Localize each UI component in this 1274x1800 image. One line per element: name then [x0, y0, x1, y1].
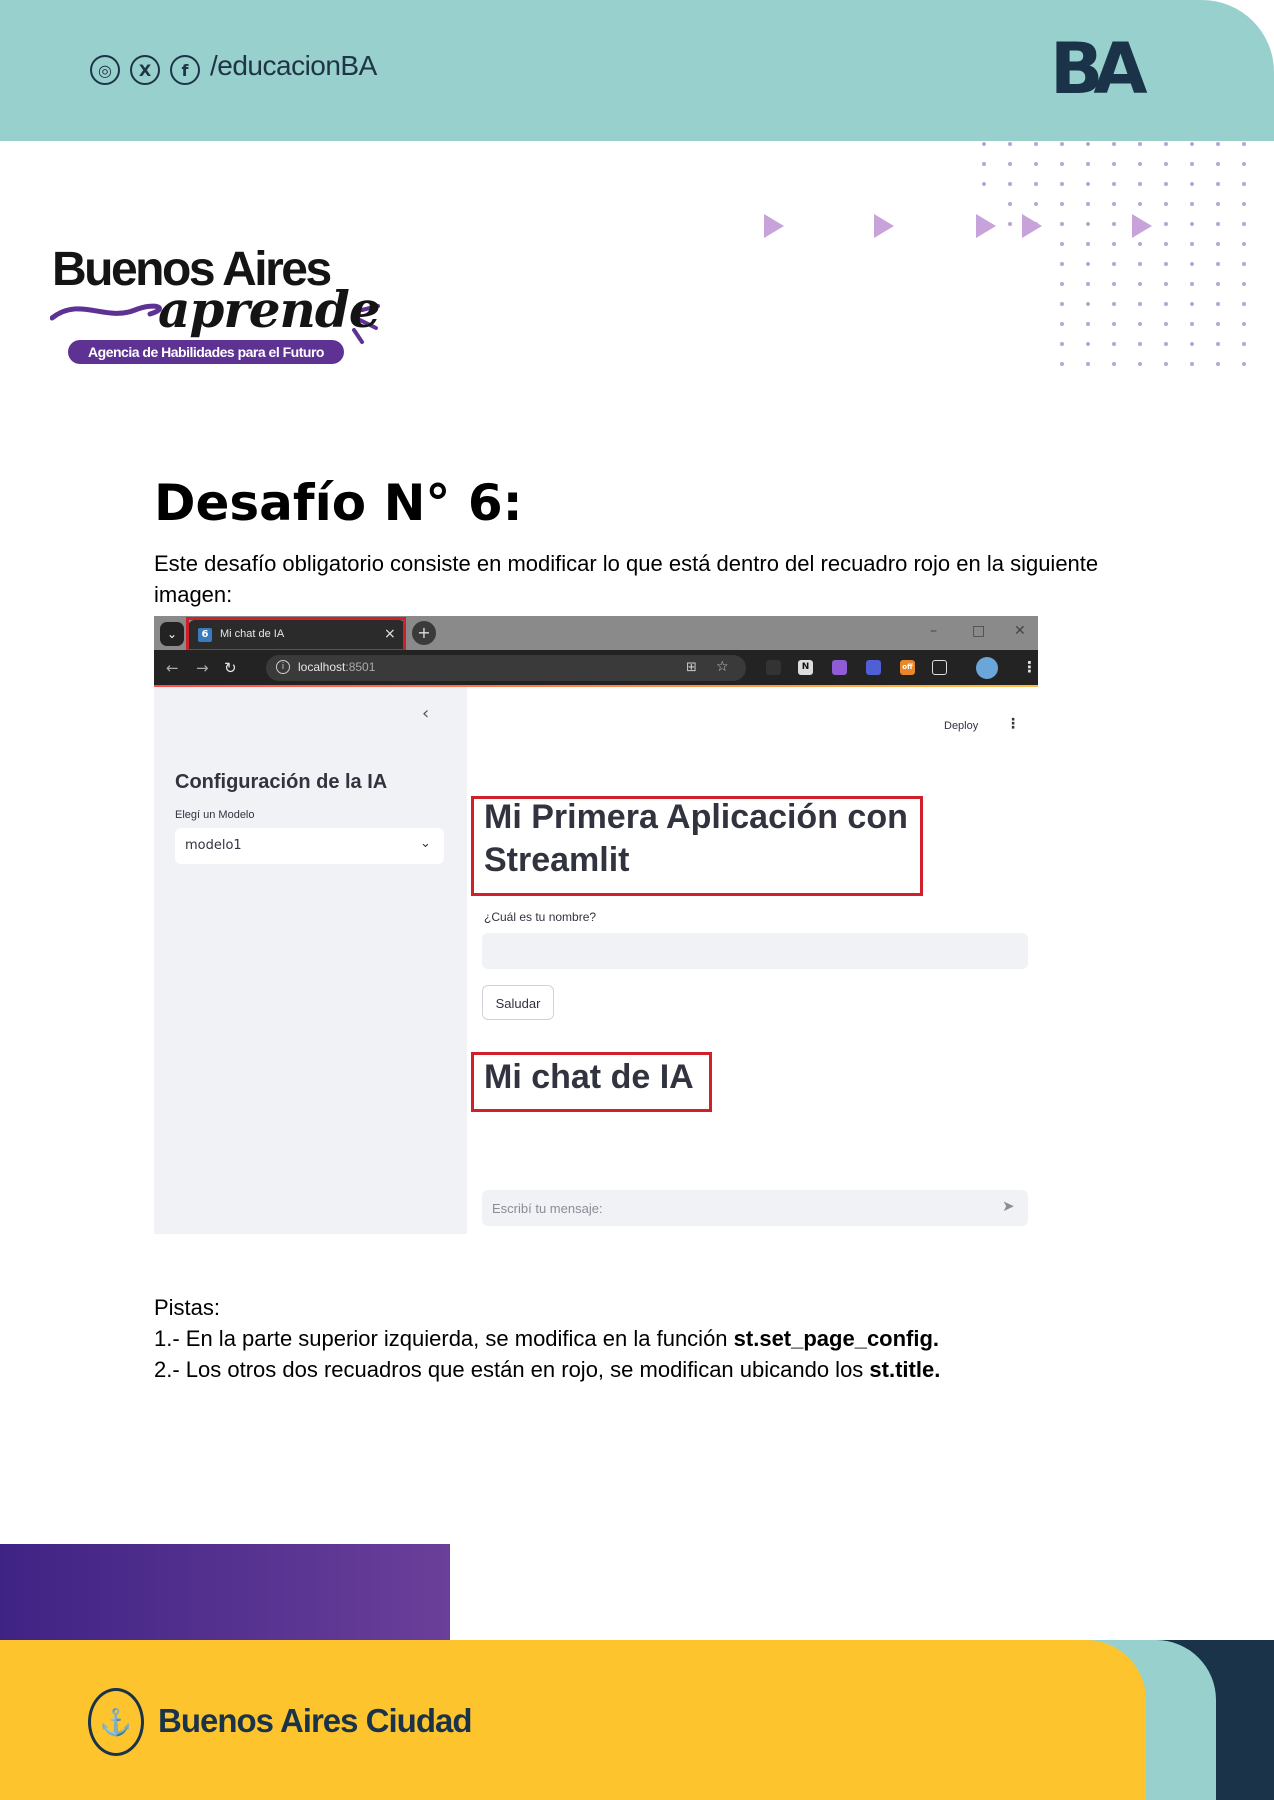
chevron-left-icon: ‹	[422, 703, 430, 724]
hints-heading: Pistas:	[154, 1295, 221, 1320]
challenge-description: Este desafío obligatorio consiste en mod…	[154, 551, 1099, 607]
model-select: modelo1 ⌄	[175, 828, 444, 864]
hint-2-text: 2.- Los otros dos recuadros que están en…	[154, 1357, 870, 1382]
window-close-icon: ✕	[1014, 623, 1026, 639]
city-name: Buenos Aires Ciudad	[158, 1702, 472, 1739]
browser-tabbar: ⌄ 6 Mi chat de IA × + – □ ✕	[154, 616, 1038, 652]
name-input-label: ¿Cuál es tu nombre?	[484, 910, 597, 924]
new-tab-icon: +	[412, 621, 436, 645]
chat-placeholder: Escribí tu mensaje:	[492, 1201, 603, 1216]
hint-1: 1.- En la parte superior izquierda, se m…	[154, 1323, 1154, 1354]
sidebar-title: Configuración de la IA	[175, 771, 388, 793]
hint-1-text: 1.- En la parte superior izquierda, se m…	[154, 1326, 734, 1351]
extension-icon	[832, 660, 847, 675]
app-sidebar: ‹ Configuración de la IA Elegí un Modelo…	[154, 687, 467, 1234]
footer-purple-band	[0, 1544, 450, 1640]
highlight-box-chat-title	[471, 1052, 712, 1112]
dot-grid-decoration	[982, 142, 1246, 366]
translate-icon: ⊞	[686, 660, 697, 675]
hints-section: Pistas: 1.- En la parte superior izquier…	[154, 1292, 1154, 1385]
chat-input: Escribí tu mensaje: ➤	[482, 1190, 1028, 1226]
avatar	[976, 657, 998, 679]
model-select-label: Elegí un Modelo	[175, 809, 255, 821]
header-band: ◎ X f /educacionBA BA	[0, 0, 1274, 141]
url-port: :8501	[345, 660, 376, 674]
info-icon: i	[276, 660, 290, 674]
url-text: localhost:8501	[298, 660, 375, 674]
puzzle-icon	[932, 660, 947, 675]
app-menu-icon: ⋮	[1006, 716, 1020, 732]
maximize-icon: □	[972, 623, 986, 639]
logo-tagline: Agencia de Habilidades para el Futuro	[68, 340, 344, 364]
kebab-menu-icon: ⋮	[1022, 658, 1037, 676]
highlight-box-tab	[186, 617, 406, 652]
reload-icon: ↻	[224, 659, 237, 677]
address-bar: i localhost:8501 ⊞ ☆	[266, 655, 746, 681]
city-seal-icon: ⚓	[88, 1688, 144, 1756]
url-host: localhost	[298, 660, 346, 674]
instagram-icon[interactable]: ◎	[90, 55, 120, 85]
logo-script: aprende	[158, 280, 381, 339]
hint-2-code: st.title.	[869, 1357, 941, 1382]
x-icon[interactable]: X	[130, 55, 160, 85]
extension-icon	[766, 660, 781, 675]
browser-toolbar: ← → ↻ i localhost:8501 ⊞ ☆ N off ⋮	[154, 650, 1038, 686]
extension-icon	[866, 660, 881, 675]
social-handle[interactable]: /educacionBA	[210, 50, 377, 82]
extension-badge-icon: off	[900, 660, 915, 675]
triangle-decoration	[764, 214, 1152, 238]
app-screenshot: ⌄ 6 Mi chat de IA × + – □ ✕ ← → ↻ i loca…	[154, 616, 1038, 1234]
notion-icon: N	[798, 660, 813, 675]
deploy-button: Deploy	[944, 720, 979, 732]
chevron-down-icon: ⌄	[420, 836, 431, 851]
name-input	[482, 933, 1028, 969]
send-icon: ➤	[1002, 1197, 1015, 1215]
minimize-icon: –	[930, 623, 937, 639]
star-icon: ☆	[716, 659, 729, 675]
hint-2: 2.- Los otros dos recuadros que están en…	[154, 1354, 1154, 1385]
greet-button: Saludar	[482, 985, 554, 1020]
hint-1-code: st.set_page_config.	[733, 1326, 940, 1351]
challenge-title: Desafío N° 6:	[154, 474, 523, 532]
highlight-box-title	[471, 796, 923, 896]
back-icon: ←	[166, 659, 179, 677]
forward-icon: →	[196, 659, 209, 677]
model-select-value: modelo1	[185, 838, 242, 853]
facebook-icon[interactable]: f	[170, 55, 200, 85]
ba-logo: BA	[1050, 28, 1147, 110]
tab-list-chevron-icon: ⌄	[160, 622, 184, 646]
